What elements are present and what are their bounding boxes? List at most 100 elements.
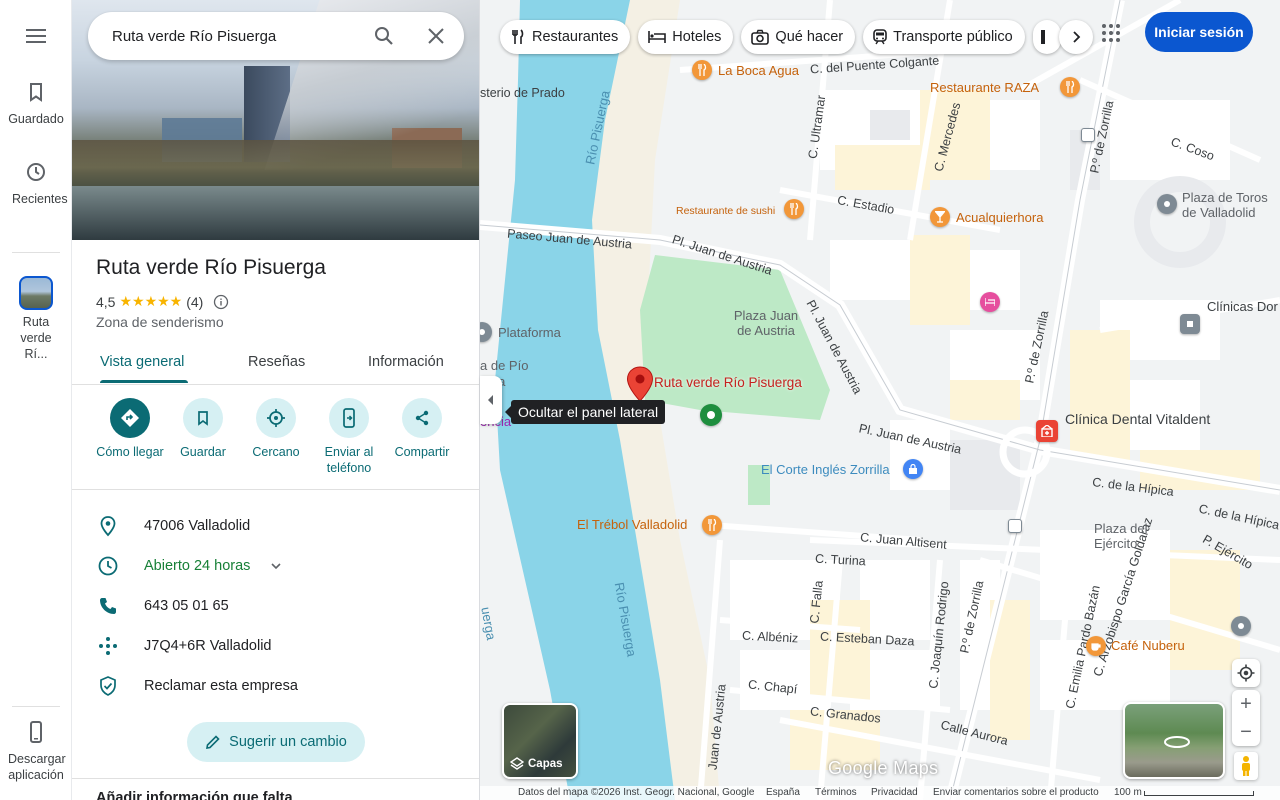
poi-label[interactable]: Restaurante RAZA (930, 80, 1039, 95)
close-icon[interactable] (424, 24, 448, 48)
search-icon[interactable] (372, 24, 396, 48)
poi-label[interactable]: Plaza del Ejército (1094, 521, 1164, 551)
terms-link[interactable]: Términos (815, 787, 857, 798)
street-view-preview[interactable] (1123, 702, 1225, 779)
sign-in-button[interactable]: Iniciar sesión (1145, 12, 1253, 52)
restaurant-pin-icon[interactable] (784, 199, 804, 219)
directions-button[interactable]: Cómo llegar (90, 398, 170, 460)
rail-recent-place-label: Ruta verde Rí... (20, 315, 52, 361)
scale-label[interactable]: 100 m (1114, 787, 1142, 798)
poi-label[interactable]: Plaza de Toros de Valladolid (1182, 190, 1280, 220)
chip-restaurants[interactable]: Restaurantes (500, 20, 631, 54)
privacy-link[interactable]: Privacidad (871, 787, 918, 798)
claim-business-row[interactable]: Reclamar esta empresa (72, 666, 479, 706)
selected-place-marker-icon[interactable] (626, 366, 654, 402)
hotel-pin-icon[interactable] (980, 292, 1000, 312)
bookmark-icon (30, 83, 42, 102)
restaurant-pin-icon[interactable] (702, 515, 722, 535)
shopping-pin-icon[interactable] (903, 459, 923, 479)
bar-pin-icon[interactable] (930, 207, 950, 227)
nearby-label: Cercano (252, 445, 300, 459)
place-tabs: Vista general Reseñas Información (72, 340, 479, 385)
rail-download-app[interactable]: Descargar aplicación (0, 720, 72, 783)
zoom-controls: + − (1232, 690, 1260, 746)
cafe-pin-icon[interactable] (1086, 636, 1106, 656)
place-category[interactable]: Zona de senderismo (96, 314, 224, 330)
tab-reviews[interactable]: Reseñas (248, 354, 305, 370)
rail-recent[interactable]: Recientes (0, 160, 72, 207)
pegman-icon[interactable] (1234, 752, 1258, 780)
zoom-out-button[interactable]: − (1232, 718, 1260, 746)
poi-label[interactable]: Restaurante de sushi (676, 205, 775, 217)
plus-code-row[interactable]: J7Q4+6R Valladolid (72, 626, 479, 666)
save-button[interactable]: Guardar (163, 398, 243, 460)
share-button[interactable]: Compartir (382, 398, 462, 460)
phone-text: 643 05 01 65 (144, 598, 229, 614)
chip-transit[interactable]: Transporte público (863, 20, 1025, 54)
rating-value: 4,5 (96, 293, 116, 310)
rail-recent-place[interactable]: Ruta verde Rí... (0, 276, 72, 362)
chips-next-button[interactable] (1058, 20, 1093, 54)
phone-row[interactable]: 643 05 01 65 (72, 586, 479, 626)
hours-row[interactable]: Abierto 24 horas (72, 546, 479, 586)
poi-label[interactable]: a de Pío (480, 357, 528, 374)
location-pin-icon (100, 516, 116, 537)
chip-label: Qué hacer (775, 29, 844, 45)
my-location-button[interactable] (1232, 659, 1260, 687)
poi-label[interactable]: El Trébol Valladolid (577, 517, 687, 532)
landmark-pin-icon[interactable] (1157, 194, 1177, 214)
rail-saved-label: Guardado (8, 112, 64, 126)
feedback-link[interactable]: Enviar comentarios sobre el producto (933, 787, 1099, 798)
zoom-in-button[interactable]: + (1232, 690, 1260, 718)
poi-label[interactable]: Plataforma (498, 325, 561, 340)
poi-label[interactable]: El Corte Inglés Zorrilla (761, 462, 890, 477)
review-count[interactable]: (4) (186, 294, 203, 310)
chevron-down-icon[interactable] (268, 558, 284, 574)
map-footer: Datos del mapa ©2026 Inst. Geogr. Nacion… (480, 786, 1280, 800)
rail-saved[interactable]: Guardado (0, 80, 72, 127)
train-icon (873, 29, 887, 45)
poi-label[interactable]: Plaza Juan de Austria (726, 308, 806, 338)
tab-about[interactable]: Información (368, 354, 444, 370)
suggest-edit-button[interactable]: Sugerir un cambio (187, 722, 365, 762)
poi-label[interactable]: sterio de Prado (480, 86, 565, 101)
apps-grid-icon[interactable] (1099, 21, 1123, 45)
selected-place-label[interactable]: Ruta verde Río Pisuerga (654, 375, 802, 390)
chip-hotels[interactable]: Hoteles (638, 20, 734, 54)
poi-label[interactable]: Clínicas Dor y Medicina F (1207, 299, 1280, 314)
restaurant-pin-icon[interactable] (692, 60, 712, 80)
menu-icon[interactable] (22, 24, 50, 48)
active-tab-indicator (100, 380, 188, 383)
poi-label[interactable]: Clínica Dental Vitaldent (1065, 411, 1210, 427)
dental-clinic-pin-icon[interactable] (1036, 420, 1058, 442)
tab-overview[interactable]: Vista general (100, 354, 184, 370)
send-to-phone-button[interactable]: Enviar al teléfono (309, 398, 389, 476)
poi-label[interactable]: Café Nuberu (1111, 638, 1185, 653)
medical-pin-icon[interactable] (1180, 314, 1200, 334)
plus-code-text: J7Q4+6R Valladolid (144, 638, 272, 654)
address-row[interactable]: 47006 Valladolid (72, 506, 479, 546)
landmark-pin-icon[interactable] (1231, 616, 1251, 636)
park-pin-icon[interactable] (700, 404, 722, 426)
chip-label: Hoteles (672, 29, 722, 45)
history-icon (27, 163, 45, 181)
bus-stop-icon[interactable] (1008, 519, 1022, 533)
restaurant-pin-icon[interactable] (1060, 77, 1080, 97)
rail-divider (12, 252, 60, 253)
chip-things-to-do[interactable]: Qué hacer (741, 20, 856, 54)
chevron-right-icon (1073, 31, 1080, 43)
chip-partial[interactable] (1032, 20, 1061, 54)
info-icon[interactable] (213, 294, 229, 310)
place-panel: Ruta verde Río Pisuerga 4,5 ★★★★★ (4) Zo… (72, 0, 480, 800)
search-input[interactable] (112, 12, 362, 60)
nearby-button[interactable]: Cercano (236, 398, 316, 460)
layers-button[interactable]: Capas (502, 703, 578, 779)
poi-label[interactable]: La Boca Agua (718, 63, 799, 78)
collapse-panel-button[interactable] (480, 376, 502, 424)
poi-label[interactable]: Acualquierhora (956, 210, 1043, 225)
bus-stop-icon[interactable] (1081, 128, 1095, 142)
street-label: C. Turina (814, 551, 867, 569)
chip-label: Transporte público (893, 29, 1013, 45)
scale-bar (1144, 791, 1254, 796)
country-link[interactable]: España (766, 787, 800, 798)
